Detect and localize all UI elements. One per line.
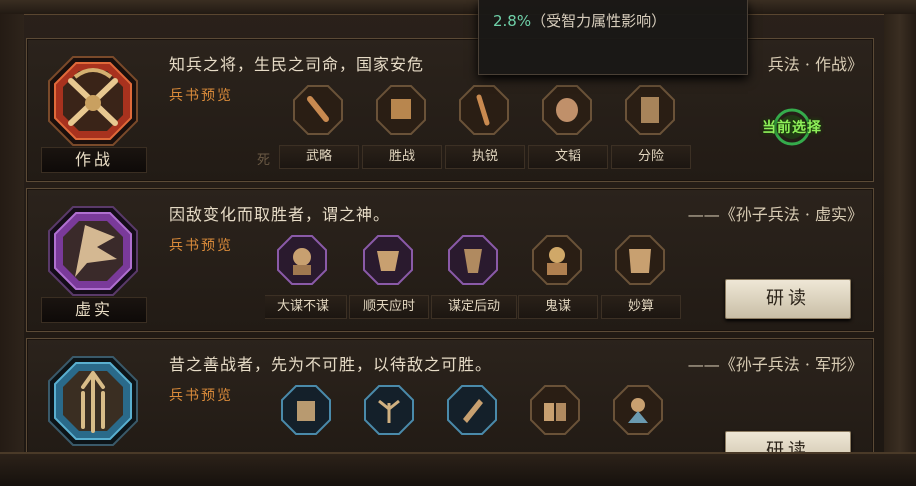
left-border [0,14,24,454]
right-scroll-border [884,14,916,454]
crossed-swords-emblem-icon [48,56,138,146]
skill-item[interactable]: 顺天应时 [349,233,429,325]
skill-item[interactable] [267,383,345,455]
skill-item[interactable]: 鬼谋 [518,233,598,325]
ghost-scheme-skill-icon [532,235,582,285]
attribute-tooltip: 2.8%（受智力属性影响） [478,0,748,75]
skill-item[interactable]: 武略 [279,83,359,175]
book-panel-xushi[interactable]: 虚实 因敌变化而取胜者，谓之神。 ——《孙子兵法 · 虚实》 兵书预览 大谋不谋… [26,188,874,332]
book-quote: 因敌变化而取胜者，谓之神。 [169,205,391,224]
sage-skill-icon [613,385,663,435]
top-border [0,0,916,15]
book-source: ——《孙子兵法 · 军形》 [687,355,863,374]
plant-skill-icon [364,385,414,435]
skill-item[interactable] [433,383,511,455]
banner-emblem-icon [48,206,138,296]
skill-item[interactable] [516,383,594,455]
skill-label: 妙算 [601,295,681,319]
skill-item[interactable]: 大谋不谋 [265,233,347,325]
skill-list [265,383,705,455]
skill-label: 大谋不谋 [265,295,347,319]
preview-label: 兵书预览 [169,88,233,104]
plan-skill-icon [448,235,498,285]
warrior-skill-icon [447,385,497,435]
skill-item[interactable] [599,383,677,455]
skill-list: 武略 胜战 执锐 文韬 分险 [265,83,705,175]
bottom-border [0,452,916,486]
skill-item[interactable]: 谋定后动 [431,233,517,325]
preview-label: 兵书预览 [169,388,233,404]
skill-label: 鬼谋 [518,295,598,319]
flag-skill-icon [376,85,426,135]
tooltip-value: 2.8% [493,12,532,30]
current-selection-badge: 当前选择 [747,107,837,147]
study-button[interactable]: 研读 [725,279,851,319]
skill-label: 谋定后动 [431,295,517,319]
shield-skill-icon [625,85,675,135]
book-source: 兵法 · 作战》 [767,55,863,74]
skill-list: 大谋不谋 顺天应时 谋定后动 鬼谋 妙算 [265,233,705,325]
calculation-skill-icon [615,235,665,285]
book-quote: 昔之善战者，先为不可胜，以待敌之可胜。 [169,355,493,374]
skill-label: 分险 [611,145,691,169]
preview-label: 兵书预览 [169,238,233,254]
skill-item[interactable]: 文韬 [528,83,608,175]
skill-item[interactable]: 分险 [611,83,691,175]
scroll-skill-icon [542,85,592,135]
tooltip-text: 2.8%（受智力属性影响） [493,10,666,31]
skill-item[interactable] [350,383,428,455]
skill-item[interactable]: 执锐 [445,83,525,175]
skill-label: 武略 [279,145,359,169]
formation-skill-icon [281,385,331,435]
shields-skill-icon [530,385,580,435]
book-panel-junxing[interactable]: 昔之善战者，先为不可胜，以待敌之可胜。 ——《孙子兵法 · 军形》 兵书预览 研… [26,338,874,456]
skill-item[interactable]: 妙算 [601,233,681,325]
book-quote: 知兵之将，生民之司命，国家安危 [169,55,425,74]
arrow-emblem-icon [48,356,138,446]
tooltip-note: （受智力属性影响） [531,12,667,30]
selection-status: 当前选择 [762,120,822,136]
heaven-skill-icon [363,235,413,285]
skill-label: 胜战 [362,145,442,169]
book-source: ——《孙子兵法 · 虚实》 [687,205,863,224]
skill-item[interactable]: 胜战 [362,83,442,175]
skill-label: 顺天应时 [349,295,429,319]
strategist-skill-icon [277,235,327,285]
book-name: 虚实 [41,297,147,323]
skill-label: 执锐 [445,145,525,169]
skill-label: 文韬 [528,145,608,169]
blade-skill-icon [459,85,509,135]
sword-skill-icon [293,85,343,135]
book-name: 作战 [41,147,147,173]
